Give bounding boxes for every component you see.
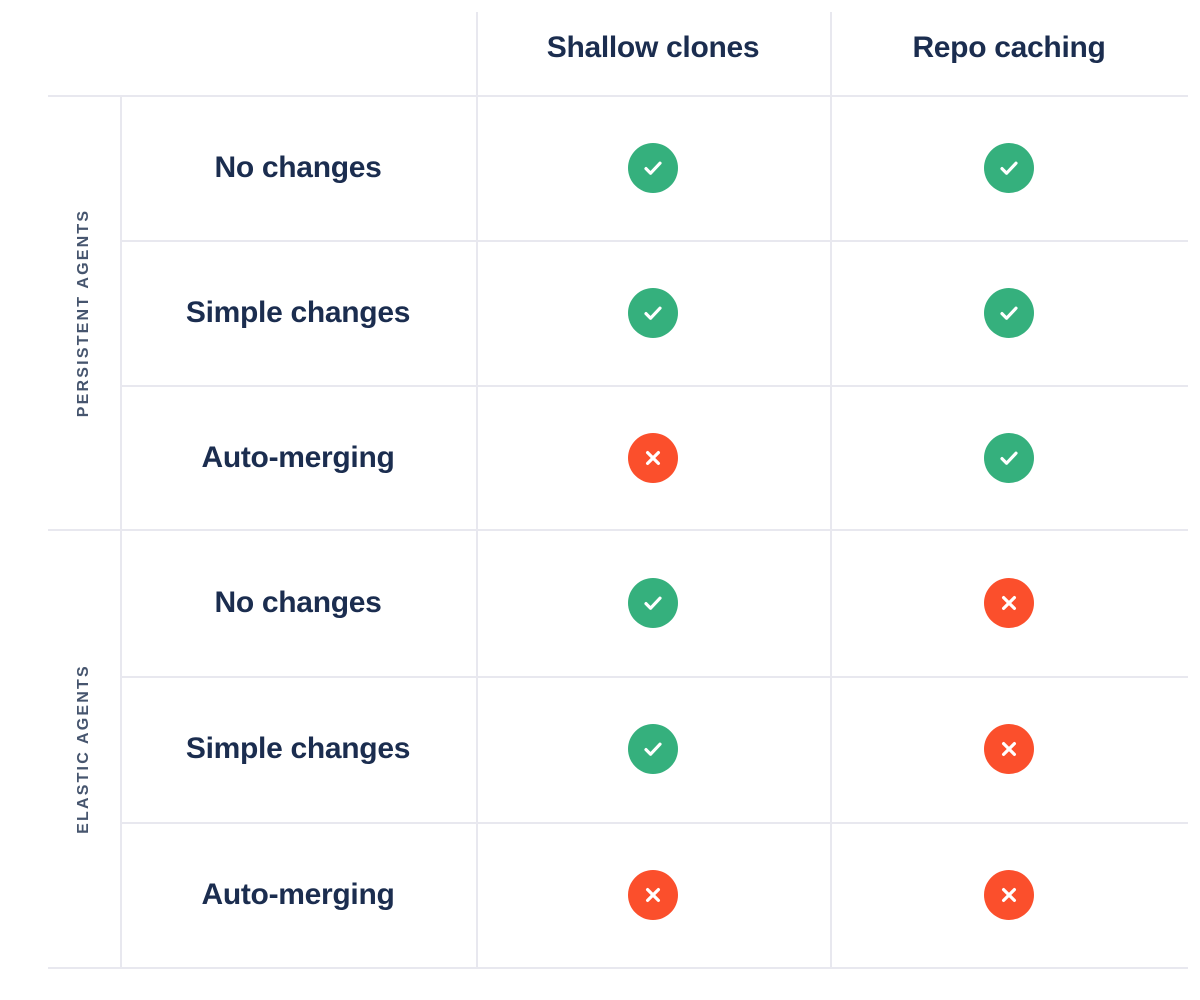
cell-shallow-clones	[476, 96, 830, 241]
group-label-text: ELASTIC AGENTS	[75, 664, 92, 834]
cell-repo-caching	[830, 241, 1188, 386]
cell-repo-caching	[830, 96, 1188, 241]
cell-shallow-clones	[476, 241, 830, 386]
cell-shallow-clones	[476, 530, 830, 676]
cell-repo-caching	[830, 676, 1188, 822]
check-circle-icon	[628, 143, 678, 194]
group-label-persistent-agents: PERSISTENT AGENTS	[0, 96, 120, 530]
row-group-persistent-agents: PERSISTENT AGENTS No changes Simple chan…	[0, 96, 1200, 530]
column-header-repo-caching: Repo caching	[912, 31, 1106, 64]
cell-shallow-clones	[476, 676, 830, 822]
row-group-elastic-agents: ELASTIC AGENTS No changes Simple changes…	[0, 530, 1200, 968]
table-row: No changes	[120, 530, 1200, 676]
row-label: No changes	[214, 151, 382, 185]
cell-repo-caching	[830, 385, 1188, 530]
header-corner-rows	[120, 0, 476, 96]
check-circle-icon	[984, 432, 1034, 483]
row-label: Auto-merging	[201, 440, 395, 474]
cross-circle-icon	[984, 870, 1034, 920]
check-circle-icon	[984, 143, 1034, 194]
row-label: Simple changes	[185, 296, 411, 329]
cell-repo-caching	[830, 530, 1188, 676]
table-row: Auto-merging	[120, 822, 1200, 968]
check-circle-icon	[984, 288, 1034, 338]
check-circle-icon	[628, 578, 678, 628]
column-header-shallow-clones: Shallow clones	[546, 31, 760, 64]
cell-shallow-clones	[476, 385, 830, 530]
table-row: Simple changes	[120, 676, 1200, 822]
header-corner-group	[0, 0, 120, 96]
cross-circle-icon	[628, 870, 678, 920]
row-label: Auto-merging	[201, 878, 395, 911]
check-circle-icon	[628, 724, 678, 774]
table-row: Simple changes	[120, 241, 1200, 386]
group-label-elastic-agents: ELASTIC AGENTS	[0, 530, 120, 968]
table-row: Auto-merging	[120, 385, 1200, 530]
cross-circle-icon	[628, 432, 678, 483]
row-label: Simple changes	[185, 732, 411, 765]
group-label-text: PERSISTENT AGENTS	[75, 208, 93, 418]
comparison-table: Shallow clones Repo caching PERSISTENT A…	[0, 0, 1200, 1000]
check-circle-icon	[628, 288, 678, 338]
cross-circle-icon	[984, 578, 1034, 628]
row-label: No changes	[214, 586, 382, 619]
cell-shallow-clones	[476, 822, 830, 968]
cell-repo-caching	[830, 822, 1188, 968]
cross-circle-icon	[984, 724, 1034, 774]
table-row: No changes	[120, 96, 1200, 241]
table-header-row: Shallow clones Repo caching	[0, 0, 1200, 96]
